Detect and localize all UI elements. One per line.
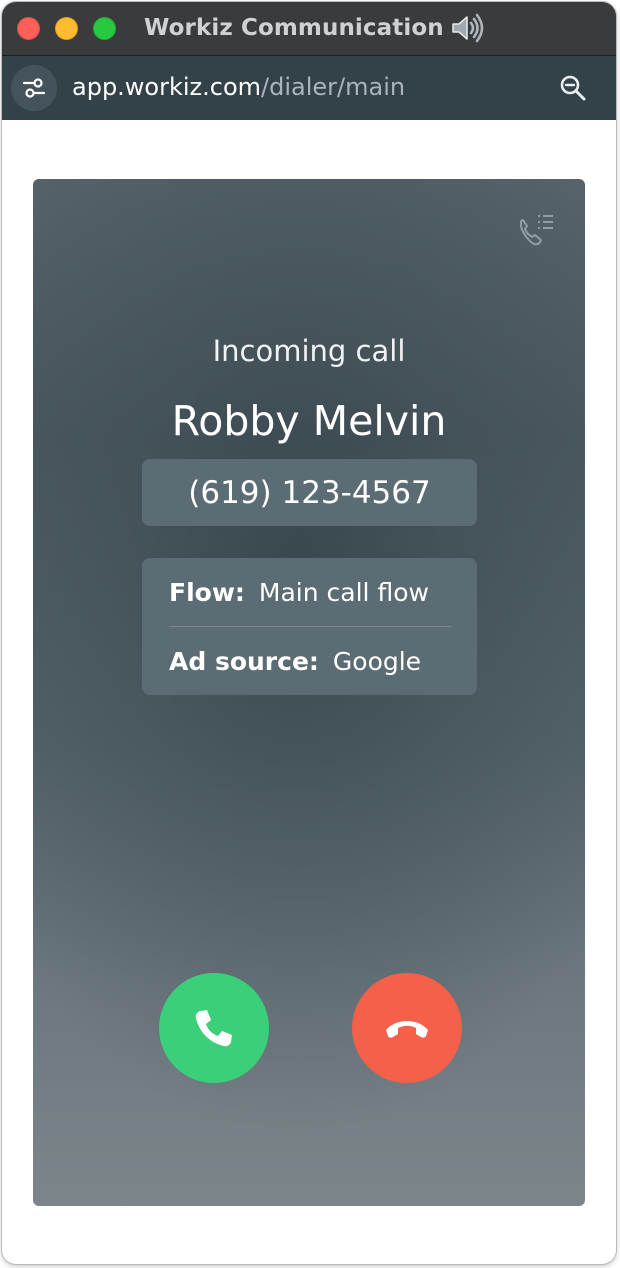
title-bar: Workiz Communication [2,2,616,56]
decline-call-button[interactable] [352,973,462,1083]
window-title-group: Workiz Communication [144,13,484,43]
call-status-label: Incoming call [212,334,406,368]
call-log-icon [519,215,553,246]
url-field[interactable]: app.workiz.com/dialer/main [72,73,405,101]
hang-up-icon [386,1021,428,1038]
ad-source-value: Google [332,646,422,676]
call-flow-row: Flow: Main call flow [169,558,454,626]
maximize-window-button[interactable] [93,17,116,40]
close-window-button[interactable] [17,17,40,40]
url-domain: app.workiz.com [72,73,262,101]
minimize-window-button[interactable] [55,17,78,40]
browser-window: Workiz Communication app.workiz.com/dial… [2,2,616,1264]
call-log-button[interactable] [514,210,556,250]
window-title: Workiz Communication [144,15,444,41]
address-bar: app.workiz.com/dialer/main [2,56,616,120]
zoom-button[interactable] [556,71,590,105]
caller-phone-number: (619) 123-4567 [142,459,477,526]
site-settings-button[interactable] [11,65,57,111]
caller-name: Robby Melvin [171,397,447,445]
accept-call-button[interactable] [159,973,269,1083]
call-flow-value: Main call flow [258,577,429,607]
phone-icon [195,1010,232,1047]
call-details-card: Flow: Main call flow Ad source: Google [142,558,477,695]
url-path: /dialer/main [261,73,406,101]
ad-source-row: Ad source: Google [169,627,454,695]
call-flow-label: Flow: [169,577,245,607]
sliders-icon [22,78,46,98]
ad-source-label: Ad source: [169,646,319,676]
zoom-out-icon [560,75,586,101]
dialer-panel: Incoming call Robby Melvin (619) 123-456… [33,179,585,1206]
speaker-wave-icon[interactable] [450,13,484,43]
